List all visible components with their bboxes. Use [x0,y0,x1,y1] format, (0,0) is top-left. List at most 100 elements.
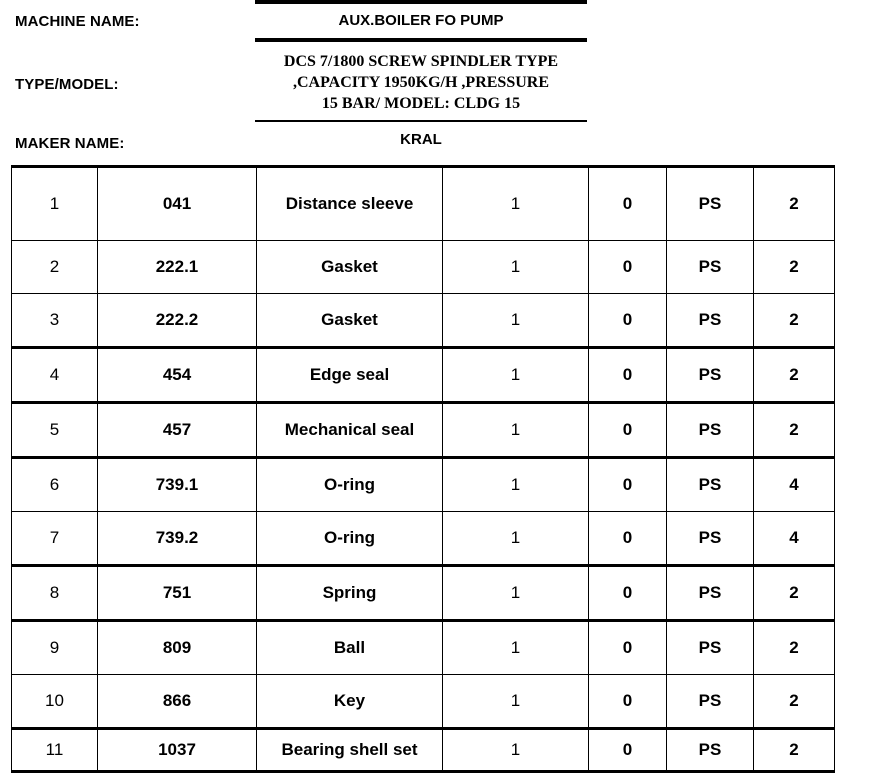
description-cell: Spring [256,565,443,622]
spare-parts-table-body: 1 041 Distance sleeve 1 0 PS 2 2 222.1 Gasket 1 0 PS… [11,165,835,773]
part-code-cell: 222.2 [97,293,257,349]
unit-cell: PS [666,165,754,241]
row-index-cell: 11 [11,728,98,773]
row-index-cell: 8 [11,565,98,622]
order-qty-cell: 2 [753,240,835,294]
order-qty-cell: 2 [753,293,835,349]
unit-cell: PS [666,674,754,730]
part-code-cell: 222.1 [97,240,257,294]
part-code-cell: 041 [97,165,257,241]
description-cell: Bearing shell set [256,728,443,773]
stock-cell: 0 [588,728,667,773]
row-index-cell: 10 [11,674,98,730]
description-cell: Gasket [256,240,443,294]
table-row[interactable]: 9 809 Ball 1 0 PS 2 [11,620,835,675]
row-index-cell: 4 [11,347,98,404]
part-code-cell: 1037 [97,728,257,773]
order-qty-cell: 2 [753,565,835,622]
quantity-cell: 1 [442,457,589,512]
row-index-cell: 6 [11,457,98,512]
stock-cell: 0 [588,240,667,294]
type-model-line-3: 15 BAR/ MODEL: CLDG 15 [321,95,521,112]
spare-parts-table: 1 041 Distance sleeve 1 0 PS 2 2 222.1 Gasket 1 0 PS… [11,165,835,773]
unit-cell: PS [666,240,754,294]
quantity-cell: 1 [442,293,589,349]
maker-name-label: MAKER NAME: [15,135,125,152]
header-values-column: AUX.BOILER FO PUMP DCS 7/1800 SCREW SPIN… [255,0,587,148]
table-row[interactable]: 6 739.1 O-ring 1 0 PS 4 [11,457,835,512]
table-row[interactable]: 11 1037 Bearing shell set 1 0 PS 2 [11,728,835,773]
unit-cell: PS [666,347,754,404]
description-cell: Edge seal [256,347,443,404]
part-code-cell: 739.2 [97,511,257,567]
order-qty-cell: 2 [753,728,835,773]
order-qty-cell: 2 [753,347,835,404]
order-qty-cell: 4 [753,457,835,512]
quantity-cell: 1 [442,565,589,622]
stock-cell: 0 [588,402,667,459]
description-cell: Gasket [256,293,443,349]
description-cell: Key [256,674,443,730]
stock-cell: 0 [588,347,667,404]
table-row[interactable]: 7 739.2 O-ring 1 0 PS 4 [11,511,835,567]
unit-cell: PS [666,728,754,773]
table-row[interactable]: 4 454 Edge seal 1 0 PS 2 [11,347,835,404]
machine-name-value: AUX.BOILER FO PUMP [338,12,504,29]
part-code-cell: 809 [97,620,257,675]
description-cell: Ball [256,620,443,675]
stock-cell: 0 [588,674,667,730]
part-code-cell: 739.1 [97,457,257,512]
stock-cell: 0 [588,565,667,622]
row-index-cell: 7 [11,511,98,567]
type-model-line-1: DCS 7/1800 SCREW SPINDLER TYPE [283,53,559,70]
unit-cell: PS [666,293,754,349]
row-index-cell: 5 [11,402,98,459]
description-cell: Mechanical seal [256,402,443,459]
stock-cell: 0 [588,165,667,241]
part-code-cell: 866 [97,674,257,730]
unit-cell: PS [666,620,754,675]
stock-cell: 0 [588,457,667,512]
stock-cell: 0 [588,511,667,567]
order-qty-cell: 4 [753,511,835,567]
part-code-cell: 751 [97,565,257,622]
description-cell: O-ring [256,457,443,512]
table-row[interactable]: 1 041 Distance sleeve 1 0 PS 2 [11,165,835,241]
table-row[interactable]: 5 457 Mechanical seal 1 0 PS 2 [11,402,835,459]
type-model-line-2: ,CAPACITY 1950KG/H ,PRESSURE [292,74,550,91]
quantity-cell: 1 [442,165,589,241]
quantity-cell: 1 [442,511,589,567]
machine-info-header: MACHINE NAME: TYPE/MODEL: MAKER NAME: AU… [0,0,896,165]
order-qty-cell: 2 [753,165,835,241]
order-qty-cell: 2 [753,620,835,675]
order-qty-cell: 2 [753,402,835,459]
unit-cell: PS [666,565,754,622]
row-index-cell: 1 [11,165,98,241]
table-row[interactable]: 2 222.1 Gasket 1 0 PS 2 [11,240,835,294]
part-code-cell: 457 [97,402,257,459]
quantity-cell: 1 [442,402,589,459]
order-qty-cell: 2 [753,674,835,730]
quantity-cell: 1 [442,728,589,773]
unit-cell: PS [666,402,754,459]
row-index-cell: 2 [11,240,98,294]
stock-cell: 0 [588,293,667,349]
row-index-cell: 9 [11,620,98,675]
spare-parts-table-wrapper: 1 041 Distance sleeve 1 0 PS 2 2 222.1 Gasket 1 0 PS… [11,165,835,773]
type-model-value: DCS 7/1800 SCREW SPINDLER TYPE ,CAPACITY… [255,42,587,120]
unit-cell: PS [666,457,754,512]
part-code-cell: 454 [97,347,257,404]
quantity-cell: 1 [442,674,589,730]
unit-cell: PS [666,511,754,567]
type-model-label: TYPE/MODEL: [15,76,119,93]
quantity-cell: 1 [442,620,589,675]
table-row[interactable]: 3 222.2 Gasket 1 0 PS 2 [11,293,835,349]
quantity-cell: 1 [442,240,589,294]
maker-name-value: KRAL [400,131,442,148]
stock-cell: 0 [588,620,667,675]
description-cell: O-ring [256,511,443,567]
row-index-cell: 3 [11,293,98,349]
table-row[interactable]: 10 866 Key 1 0 PS 2 [11,674,835,730]
quantity-cell: 1 [442,347,589,404]
table-row[interactable]: 8 751 Spring 1 0 PS 2 [11,565,835,622]
